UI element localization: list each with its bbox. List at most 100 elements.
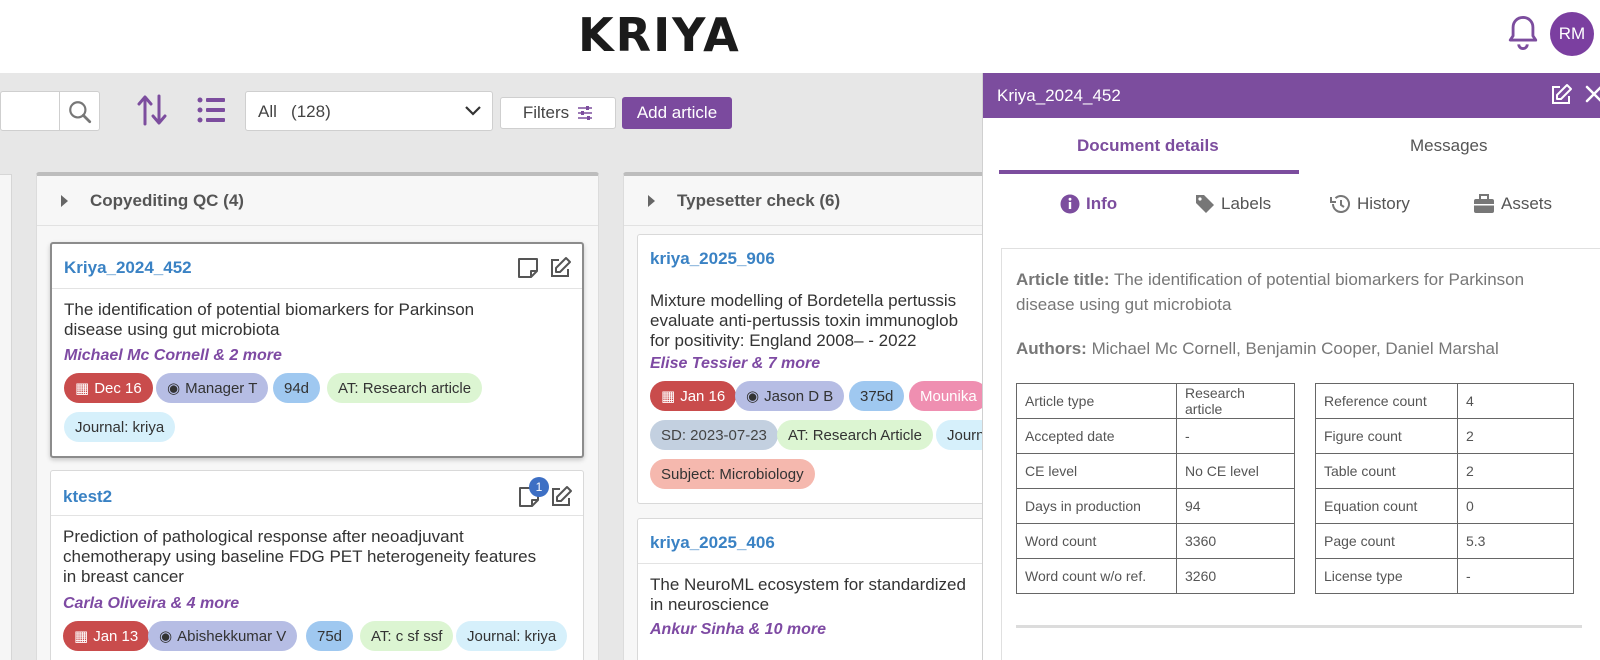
subject-tag: Subject: Microbiology <box>650 459 815 489</box>
table-value: 4 <box>1457 383 1574 419</box>
card-actions <box>516 256 572 280</box>
column-typesetter-check: Typesetter check (6) kriya_2025_906 Mixt… <box>623 172 1043 660</box>
article-title-row: Article title: The identification of pot… <box>1016 267 1576 317</box>
edit-icon[interactable] <box>548 256 572 280</box>
table-value: - <box>1457 558 1574 594</box>
table-row: Figure count 2 <box>1315 418 1574 454</box>
subtab-history[interactable]: History <box>1329 194 1410 214</box>
note-icon[interactable] <box>516 256 540 280</box>
table-row: Days in production 94 <box>1016 488 1295 524</box>
calendar-icon: ▦ <box>74 628 89 645</box>
add-article-button[interactable]: Add article <box>622 97 732 129</box>
edit-icon[interactable] <box>549 485 573 509</box>
bell-icon[interactable] <box>1506 14 1540 52</box>
table-key: Days in production <box>1016 488 1177 524</box>
calendar-icon: ▦ <box>75 380 90 397</box>
table-row: Table count 2 <box>1315 453 1574 489</box>
assignee-tag: ◉ Manager T <box>156 373 269 403</box>
article-authors: Carla Oliveira & 4 more <box>63 595 240 612</box>
caret-right-icon[interactable] <box>61 194 68 207</box>
avatar[interactable]: RM <box>1550 12 1594 56</box>
assignee: Manager T <box>185 379 258 397</box>
table-key: Figure count <box>1315 418 1458 454</box>
search-input[interactable] <box>0 91 100 131</box>
days-tag: 94d <box>273 373 321 403</box>
previous-column-edge <box>0 174 12 660</box>
subtab-info[interactable]: Info <box>1060 194 1117 214</box>
table-key: License type <box>1315 558 1458 594</box>
article-type-tag: AT: Research Article <box>777 420 933 450</box>
briefcase-icon <box>1474 194 1494 213</box>
info-subtabs: Info Labels History Assets <box>983 176 1600 236</box>
article-title: The identification of potential biomarke… <box>64 300 474 340</box>
article-title: Prediction of pathological response afte… <box>63 527 536 587</box>
table-value: 5.3 <box>1457 523 1574 559</box>
table-row: Accepted date - <box>1016 418 1295 454</box>
article-card[interactable]: ktest2 1 Prediction of pathological resp… <box>50 470 584 660</box>
table-value: 94 <box>1176 488 1295 524</box>
toolbar: All (128) Filters Add article <box>0 73 985 151</box>
column-header[interactable]: Typesetter check (6) <box>624 176 1042 226</box>
caret-right-icon[interactable] <box>648 194 655 207</box>
table-row: Equation count 0 <box>1315 488 1574 524</box>
article-id-link[interactable]: kriya_2025_906 <box>650 249 775 269</box>
details-table-right: Reference count 4 Figure count 2 Table cou… <box>1315 383 1574 594</box>
due-date: Dec 16 <box>94 379 142 397</box>
subtab-assets[interactable]: Assets <box>1473 194 1552 214</box>
subtab-label: Info <box>1086 194 1118 213</box>
column-header[interactable]: Copyediting QC (4) <box>37 176 598 226</box>
title-line: Prediction of pathological response afte… <box>63 527 464 546</box>
title-line: Mixture modelling of Bordetella pertussi… <box>650 291 957 310</box>
table-key: Article type <box>1016 383 1177 419</box>
title-line: disease using gut microbiota <box>64 320 280 339</box>
filters-label: Filters <box>522 103 570 122</box>
article-card[interactable]: Kriya_2024_452 The identification of pot… <box>50 242 584 458</box>
table-row: Page count 5.3 <box>1315 523 1574 559</box>
table-key: Table count <box>1315 453 1458 489</box>
list-view-icon[interactable] <box>196 95 226 125</box>
subtab-labels[interactable]: Labels <box>1195 194 1271 214</box>
tab-document-details[interactable]: Document details <box>1077 136 1219 156</box>
column-title: Typesetter check (6) <box>677 190 841 210</box>
table-value: 0 <box>1457 488 1574 524</box>
card-divider <box>52 288 582 289</box>
article-id-link[interactable]: ktest2 <box>63 487 112 507</box>
table-value: 3260 <box>1176 558 1295 594</box>
authors-row: Authors: Michael Mc Cornell, Benjamin Co… <box>1016 339 1499 359</box>
due-date: Jan 13 <box>93 627 139 645</box>
assignee-tag: ◉ Abishekkumar V <box>148 621 298 651</box>
edit-icon[interactable] <box>1549 83 1573 107</box>
sort-icon[interactable] <box>136 92 168 128</box>
table-row: Article type Research article <box>1016 383 1295 419</box>
article-id-link[interactable]: Kriya_2024_452 <box>64 258 192 278</box>
table-value: 2 <box>1457 418 1574 454</box>
note-button[interactable]: 1 <box>517 477 549 509</box>
info-content: Article title: The identification of pot… <box>1001 248 1600 660</box>
title-line: chemotherapy using baseline FDG PET hete… <box>63 547 537 566</box>
details-table-left: Article type Research article Accepted da… <box>1016 383 1295 594</box>
search-icon[interactable] <box>67 99 93 125</box>
subtab-label: Labels <box>1221 194 1272 213</box>
search-divider <box>59 92 60 130</box>
calendar-icon: ▦ <box>661 388 676 405</box>
journal-tag: Journal: kriya <box>456 621 568 651</box>
table-row: Word count w/o ref. 3260 <box>1016 558 1295 594</box>
title-line: in breast cancer <box>63 567 184 586</box>
assignee-tag: ◉ Jason D B <box>735 381 845 411</box>
table-key: CE level <box>1016 453 1177 489</box>
user-circle-icon: ◉ <box>159 628 173 645</box>
close-icon[interactable] <box>1583 83 1600 105</box>
table-key: Word count w/o ref. <box>1016 558 1177 594</box>
article-title: Mixture modelling of Bordetella pertussi… <box>650 291 958 351</box>
filters-button[interactable]: Filters <box>500 97 616 129</box>
card-divider <box>51 515 583 516</box>
history-icon <box>1330 195 1350 213</box>
article-authors: Ankur Sinha & 10 more <box>650 621 827 638</box>
article-authors: Michael Mc Cornell & 2 more <box>64 347 282 364</box>
table-key: Reference count <box>1315 383 1458 419</box>
article-title: The NeuroML ecosystem for standardized i… <box>650 575 966 615</box>
article-filter-select[interactable]: All (128) <box>245 91 493 131</box>
tab-messages[interactable]: Messages <box>1410 136 1487 156</box>
article-id-link[interactable]: kriya_2025_406 <box>650 533 775 553</box>
article-type-tag: AT: c sf ssf <box>360 621 454 651</box>
